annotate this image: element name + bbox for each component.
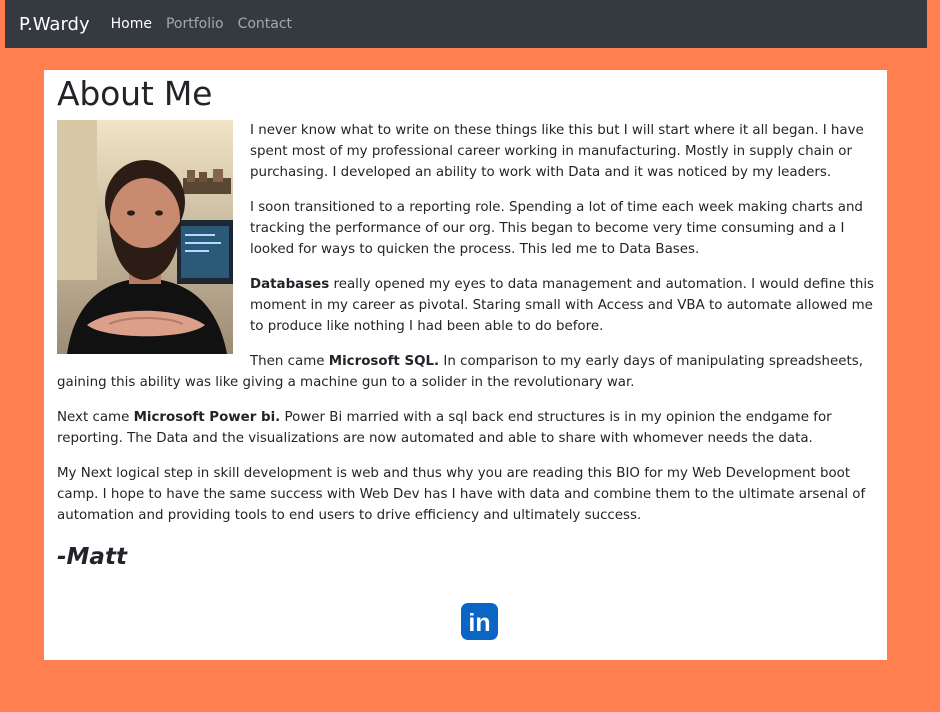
microsoft-sql-highlight: Microsoft SQL.	[328, 354, 440, 369]
power-bi-highlight: Microsoft Power bi.	[133, 410, 281, 425]
navbar: P.Wardy Home Portfolio Contact	[5, 0, 927, 48]
bio-paragraph-5-intro: Next came	[57, 410, 134, 425]
databases-highlight: Databases	[250, 277, 330, 292]
bio-paragraph-4: Then came Microsoft SQL. In comparison t…	[57, 351, 874, 393]
about-card: About Me I never know what to write on t…	[44, 70, 887, 660]
linkedin-icon-text: in	[468, 609, 490, 637]
profile-photo	[57, 120, 233, 354]
nav-link-contact[interactable]: Contact	[238, 16, 292, 32]
linkedin-icon: in	[461, 603, 498, 640]
brand-link[interactable]: P.Wardy	[19, 14, 90, 35]
bio-paragraph-4-intro: Then came	[250, 354, 329, 369]
bio-paragraph-6: My Next logical step in skill developmen…	[57, 466, 866, 523]
nav-link-home[interactable]: Home	[111, 16, 152, 32]
page-title: About Me	[57, 74, 213, 113]
bio-paragraph-4-text: In comparison to my early days of manipu…	[57, 354, 863, 390]
bio-paragraph-5: Next came Microsoft Power bi. Power Bi m…	[57, 407, 874, 449]
nav-link-portfolio[interactable]: Portfolio	[166, 16, 224, 32]
bio-paragraph-3-text: really opened my eyes to data management…	[250, 277, 875, 334]
linkedin-link[interactable]: in	[461, 603, 498, 640]
signature: -Matt	[57, 544, 127, 570]
